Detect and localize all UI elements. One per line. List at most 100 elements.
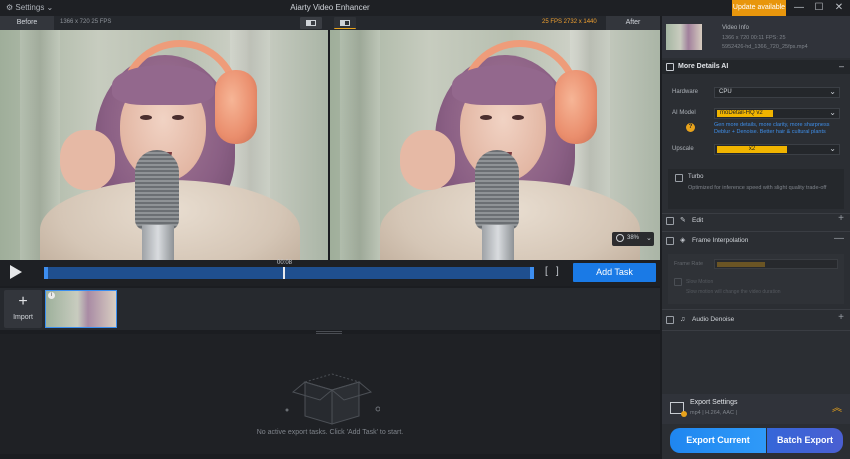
collapse-icon[interactable]: —	[834, 233, 844, 244]
chevron-down-icon: ⌄	[829, 108, 836, 117]
ai-model-description-2: Deblur + Denoise. Better hair & cultural…	[714, 129, 826, 135]
side-by-side-view-button[interactable]	[300, 17, 322, 29]
before-label: Before	[0, 16, 54, 30]
turbo-checkbox[interactable]	[675, 174, 683, 182]
hardware-label: Hardware	[672, 89, 699, 95]
clip-strip: + Import i	[0, 288, 660, 330]
edit-icon: ✎	[680, 217, 686, 224]
trim-end-handle[interactable]	[530, 267, 534, 279]
title-bar: ⚙ Settings ⌄ Aiarty Video Enhancer Updat…	[0, 0, 850, 16]
slow-motion-label: Slow Motion	[686, 279, 714, 285]
zoom-control[interactable]: 38% ⌄	[612, 232, 654, 246]
hardware-value: CPU	[719, 89, 732, 95]
video-info-specs: 1366 x 720 00:11 FPS: 25	[722, 35, 786, 41]
import-button[interactable]: + Import	[4, 290, 42, 328]
upscale-label: Upscale	[672, 146, 694, 152]
ai-model-value: moDetail-HQ v2	[717, 110, 773, 117]
upscale-value: x2	[717, 146, 787, 153]
video-info-title: Video Info	[722, 25, 749, 31]
chevron-up-icon[interactable]: ︽	[832, 399, 842, 414]
timeline: 00:08 [ ] Add Task	[0, 260, 660, 286]
zoom-value: 38%	[627, 235, 640, 241]
divider	[662, 231, 850, 232]
audio-denoise-checkbox[interactable]	[666, 316, 674, 324]
frame-rate-field[interactable]	[714, 259, 838, 269]
minimize-button[interactable]: —	[790, 1, 808, 15]
update-available-button[interactable]: Update available	[732, 0, 786, 16]
before-info: 1366 x 720 25 FPS	[60, 19, 112, 25]
frame-interpolation-icon: ◈	[680, 237, 686, 244]
compare-bar: Before 1366 x 720 25 FPS 25 FPS 2732 x 1…	[0, 16, 660, 30]
timeline-track[interactable]	[44, 267, 534, 279]
split-view-button[interactable]	[334, 17, 356, 29]
export-settings-title: Export Settings	[690, 399, 738, 406]
expand-audio-icon[interactable]: +	[838, 312, 844, 323]
ai-model-description-1: Gen more details, more clarity, more sha…	[714, 122, 830, 128]
export-current-button[interactable]: Export Current	[670, 428, 766, 453]
export-task-area: No active export tasks. Click 'Add Task'…	[0, 334, 660, 454]
settings-sidebar: Video Info 1366 x 720 00:11 FPS: 25 5952…	[662, 16, 850, 459]
slow-motion-checkbox[interactable]	[674, 278, 682, 286]
chevron-down-icon: ⌄	[829, 144, 836, 153]
mark-out-button[interactable]: ]	[556, 266, 559, 277]
import-label: Import	[13, 314, 33, 321]
help-icon[interactable]: ?	[686, 123, 695, 132]
mark-in-button[interactable]: [	[545, 266, 548, 277]
current-time: 00:08	[277, 260, 293, 266]
compare-view-icon	[340, 20, 350, 26]
turbo-option: Turbo Optimized for inference speed with…	[668, 169, 844, 209]
split-view-icon	[306, 20, 316, 26]
chevron-down-icon: ⌄	[829, 87, 836, 96]
audio-denoise-icon: ♫	[680, 316, 686, 323]
trim-start-handle[interactable]	[44, 267, 48, 279]
video-info-filename: 5952426-hd_1366_720_25fps.mp4	[722, 44, 808, 50]
preview-before[interactable]	[0, 30, 328, 260]
play-icon[interactable]	[10, 265, 22, 279]
frame-rate-bar	[717, 262, 765, 267]
clip-thumbnail[interactable]	[45, 290, 117, 328]
chevron-down-icon: ⌄	[646, 235, 652, 242]
turbo-title: Turbo	[688, 174, 704, 180]
video-frame	[0, 30, 328, 260]
empty-box-icon	[285, 373, 380, 425]
more-details-title: More Details AI	[678, 63, 729, 70]
frame-rate-label: Frame Rate	[674, 261, 704, 267]
expand-edit-icon[interactable]: +	[838, 213, 844, 224]
magnifier-icon	[616, 234, 624, 242]
empty-tasks-message: No active export tasks. Click 'Add Task'…	[256, 429, 404, 436]
after-label: After	[606, 16, 660, 30]
window-title: Aiarty Video Enhancer	[290, 3, 370, 12]
frame-interpolation-panel: Frame Rate Slow Motion Slow motion will …	[668, 254, 844, 304]
ai-model-label: AI Model	[672, 110, 696, 116]
turbo-description: Optimized for inference speed with sligh…	[688, 185, 827, 191]
collapse-icon[interactable]: –	[839, 61, 844, 71]
export-settings-summary: mp4 | H.264, AAC |	[690, 410, 737, 416]
export-settings-icon	[670, 402, 687, 417]
divider	[662, 213, 850, 214]
video-frame-enhanced	[330, 30, 660, 260]
divider	[662, 330, 850, 331]
preview-after[interactable]	[330, 30, 660, 260]
plus-icon: +	[18, 293, 28, 310]
add-task-button[interactable]: Add Task	[573, 263, 656, 282]
maximize-button[interactable]: ☐	[810, 1, 828, 15]
close-button[interactable]: ✕	[830, 1, 848, 15]
after-info: 25 FPS 2732 x 1440	[542, 19, 597, 25]
playhead[interactable]	[283, 267, 285, 279]
upscale-select[interactable]: x2 ⌄	[714, 144, 840, 155]
edit-label: Edit	[692, 217, 704, 224]
video-info-panel: Video Info 1366 x 720 00:11 FPS: 25 5952…	[662, 16, 850, 58]
ai-model-icon	[666, 63, 674, 71]
ai-model-select[interactable]: moDetail-HQ v2 ⌄	[714, 108, 840, 119]
audio-denoise-label: Audio Denoise	[692, 316, 735, 323]
slow-motion-description: Slow motion will change the video durati…	[686, 289, 781, 295]
divider	[662, 309, 850, 310]
batch-export-button[interactable]: Batch Export	[767, 428, 843, 453]
more-details-header[interactable]: More Details AI –	[662, 60, 850, 74]
edit-checkbox[interactable]	[666, 217, 674, 225]
frame-interpolation-label: Frame Interpolation	[692, 237, 749, 244]
frame-interpolation-checkbox[interactable]	[666, 237, 674, 245]
hardware-select[interactable]: CPU ⌄	[714, 87, 840, 98]
export-settings-panel[interactable]: Export Settings mp4 | H.264, AAC | ︽	[662, 394, 850, 424]
info-icon[interactable]: i	[48, 292, 55, 299]
